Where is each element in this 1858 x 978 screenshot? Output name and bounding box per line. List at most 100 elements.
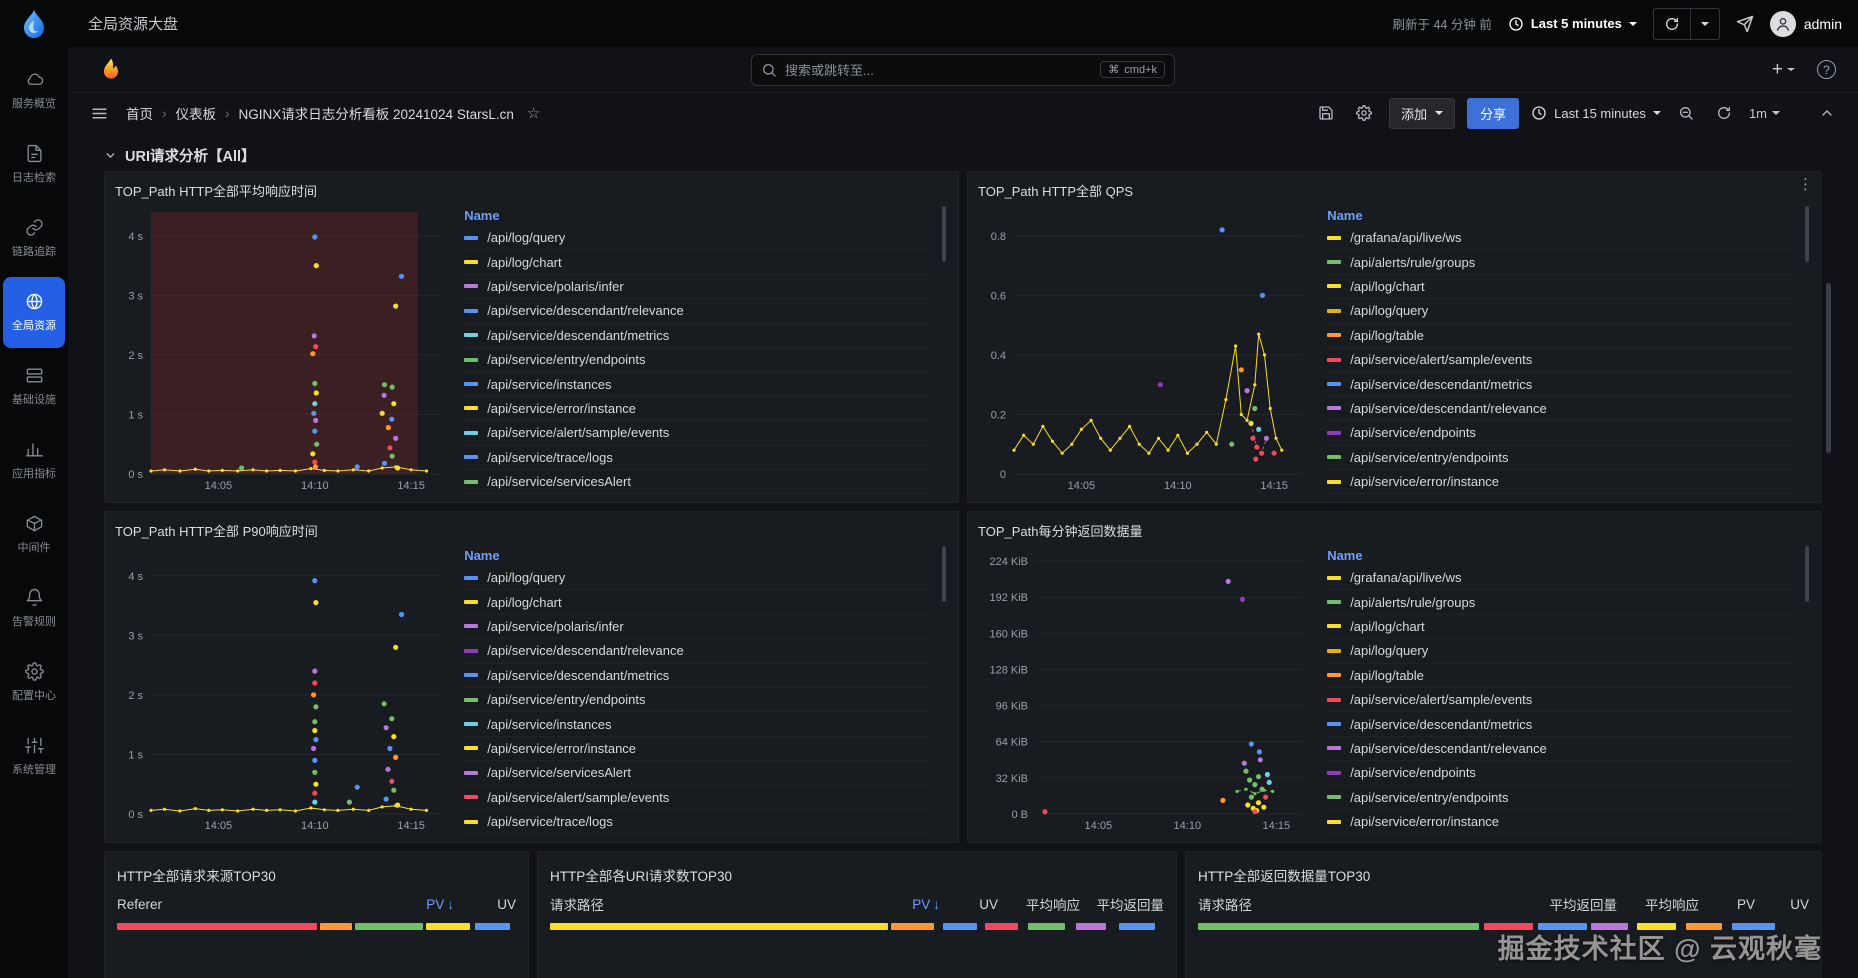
sidebar-item-middleware[interactable]: 中间件	[3, 499, 65, 570]
column-header[interactable]: 请求路径	[550, 894, 866, 914]
legend-item[interactable]: /api/service/polaris/infer	[464, 615, 934, 639]
panel-title[interactable]: TOP_Path每分钟返回数据量	[978, 518, 1811, 542]
column-header[interactable]: 平均返回量	[1090, 894, 1165, 914]
legend-item[interactable]: /api/service/descendant/metrics	[464, 324, 934, 348]
legend-item[interactable]: /api/service/instances	[464, 712, 934, 736]
legend-item[interactable]: /api/service/trace/logs	[464, 810, 934, 834]
legend-item[interactable]: /api/log/chart	[1327, 615, 1797, 639]
sidebar-item-log-search[interactable]: 日志检索	[3, 129, 65, 200]
menu-toggle-button[interactable]	[86, 100, 112, 126]
panel-title[interactable]: TOP_Path HTTP全部平均响应时间	[115, 178, 948, 202]
legend-item[interactable]: /api/service/endpoints	[1327, 761, 1797, 785]
table-row[interactable]	[117, 923, 516, 930]
column-header[interactable]: 平均返回量	[1535, 894, 1618, 914]
legend-item[interactable]: /grafana/api/live/ws	[1327, 566, 1797, 590]
legend-item[interactable]: /api/alerts/rule/groups	[1327, 250, 1797, 274]
table-row[interactable]	[1198, 923, 1809, 930]
collapse-toolbar-button[interactable]	[1814, 100, 1840, 126]
refresh-interval-button[interactable]	[1691, 9, 1719, 39]
send-icon[interactable]	[1736, 15, 1754, 33]
sidebar-item-infrastructure[interactable]: 基础设施	[3, 351, 65, 422]
legend-item[interactable]: /api/service/polaris/infer	[464, 275, 934, 299]
help-button[interactable]: ?	[1817, 60, 1836, 79]
add-panel-button[interactable]: 添加	[1389, 97, 1456, 129]
legend-item[interactable]: /api/log/query	[1327, 639, 1797, 663]
legend-item[interactable]: /api/log/chart	[1327, 275, 1797, 299]
dashboard-scrollbar[interactable]	[1826, 283, 1831, 453]
global-time-picker[interactable]: Last 5 minutes	[1508, 16, 1637, 32]
legend-item[interactable]: /api/service/entry/endpoints	[1327, 786, 1797, 810]
dashboard-settings-button[interactable]	[1351, 100, 1377, 126]
legend-item[interactable]: /api/service/error/instance	[1327, 810, 1797, 834]
legend-item[interactable]: /api/service/descendant/relevance	[1327, 397, 1797, 421]
legend-item[interactable]: /api/service/alert/sample/events	[464, 421, 934, 445]
app-logo[interactable]	[0, 8, 68, 40]
legend-header[interactable]: Name	[464, 544, 934, 566]
grafana-logo[interactable]	[98, 57, 124, 83]
row-toggle-uri-analysis[interactable]: URI请求分析【All】	[104, 139, 1822, 171]
save-dashboard-button[interactable]	[1313, 100, 1339, 126]
search-input[interactable]: 搜索或跳转至... ⌘ cmd+k	[751, 53, 1175, 86]
legend-item[interactable]: /api/service/alert/sample/events	[1327, 348, 1797, 372]
chart-area[interactable]: 0 0.2 0.4 0.6 0.8 14:05 14:10 14:15	[978, 202, 1311, 494]
chart-area[interactable]: 0 s 1 s 2 s 3 s 4 s 14:05 14:10 14:15	[115, 202, 448, 494]
share-button[interactable]: 分享	[1467, 97, 1520, 129]
legend-item[interactable]: /api/service/descendant/relevance	[464, 639, 934, 663]
legend-item[interactable]: /api/log/query	[464, 566, 934, 590]
legend-header[interactable]: Name	[1327, 204, 1797, 226]
sidebar-item-alert-rules[interactable]: 告警规则	[3, 573, 65, 644]
star-icon[interactable]: ☆	[527, 104, 540, 122]
chart-canvas[interactable]: 0 s 1 s 2 s 3 s 4 s 14:05 14:10 14:15	[115, 542, 448, 834]
column-header[interactable]: 请求路径	[1198, 894, 1525, 914]
legend-header[interactable]: Name	[1327, 544, 1797, 566]
column-header[interactable]: PV ↓	[876, 897, 940, 912]
legend-item[interactable]: /api/service/error/instance	[464, 397, 934, 421]
legend-item[interactable]: /api/service/instances	[464, 372, 934, 396]
chart-canvas[interactable]: 0 0.2 0.4 0.6 0.8 14:05 14:10 14:15	[978, 202, 1311, 494]
zoom-out-button[interactable]	[1673, 100, 1699, 126]
sidebar-item-global-resources[interactable]: 全局资源	[3, 277, 65, 348]
panel-title[interactable]: HTTP全部各URI请求数TOP30	[550, 862, 1164, 888]
sidebar-item-service-overview[interactable]: 服务概览	[3, 55, 65, 126]
panel-title[interactable]: HTTP全部请求来源TOP30	[117, 862, 516, 888]
legend-scrollbar[interactable]	[942, 206, 946, 486]
sidebar-item-config-center[interactable]: 配置中心	[3, 647, 65, 718]
chart-area[interactable]: 0 s 1 s 2 s 3 s 4 s 14:05 14:10 14:15	[115, 542, 448, 834]
legend-item[interactable]: /api/service/descendant/metrics	[1327, 372, 1797, 396]
column-header[interactable]: PV ↓	[390, 897, 454, 912]
legend-item[interactable]: /api/service/entry/endpoints	[464, 688, 934, 712]
column-header[interactable]: Referer	[117, 897, 380, 912]
column-header[interactable]: UV	[950, 897, 998, 912]
sidebar-item-system-admin[interactable]: 系统管理	[3, 721, 65, 792]
refresh-button[interactable]	[1654, 9, 1690, 39]
legend-item[interactable]: /api/service/alert/sample/events	[1327, 688, 1797, 712]
column-header[interactable]: 平均响应	[1008, 894, 1080, 914]
legend-item[interactable]: /api/service/entry/endpoints	[1327, 446, 1797, 470]
legend-item[interactable]: /api/service/alert/sample/events	[464, 786, 934, 810]
new-menu-button[interactable]: +	[1772, 60, 1795, 79]
legend-item[interactable]: /api/alerts/rule/groups	[1327, 590, 1797, 614]
legend-item[interactable]: /api/service/error/instance	[464, 737, 934, 761]
column-header[interactable]: 平均响应	[1627, 894, 1699, 914]
sidebar-item-trace[interactable]: 链路追踪	[3, 203, 65, 274]
legend-item[interactable]: /api/service/descendant/relevance	[1327, 737, 1797, 761]
breadcrumb-home[interactable]: 首页	[126, 103, 153, 123]
legend-item[interactable]: /api/service/entry/endpoints	[464, 348, 934, 372]
column-header[interactable]: PV	[1709, 897, 1755, 912]
legend-header[interactable]: Name	[464, 204, 934, 226]
legend-item[interactable]: /api/service/descendant/relevance	[464, 299, 934, 323]
breadcrumb-dashboards[interactable]: 仪表板	[176, 103, 217, 123]
legend-item[interactable]: /api/log/query	[1327, 299, 1797, 323]
legend-item[interactable]: /api/service/error/instance	[1327, 470, 1797, 494]
legend-scrollbar[interactable]	[1805, 546, 1809, 826]
legend-item[interactable]: /api/service/descendant/metrics	[464, 664, 934, 688]
legend-item[interactable]: /api/log/table	[1327, 664, 1797, 688]
refresh-dashboard-button[interactable]	[1711, 100, 1737, 126]
legend-item[interactable]: /api/service/endpoints	[1327, 421, 1797, 445]
panel-menu-icon[interactable]: ⋮	[1798, 177, 1813, 192]
user-menu[interactable]: admin	[1769, 10, 1842, 37]
legend-item[interactable]: /api/log/query	[464, 226, 934, 250]
chart-canvas[interactable]: 0 s 1 s 2 s 3 s 4 s 14:05 14:10 14:15	[115, 202, 448, 494]
legend-item[interactable]: /api/log/chart	[464, 250, 934, 274]
column-header[interactable]: UV	[464, 897, 516, 912]
